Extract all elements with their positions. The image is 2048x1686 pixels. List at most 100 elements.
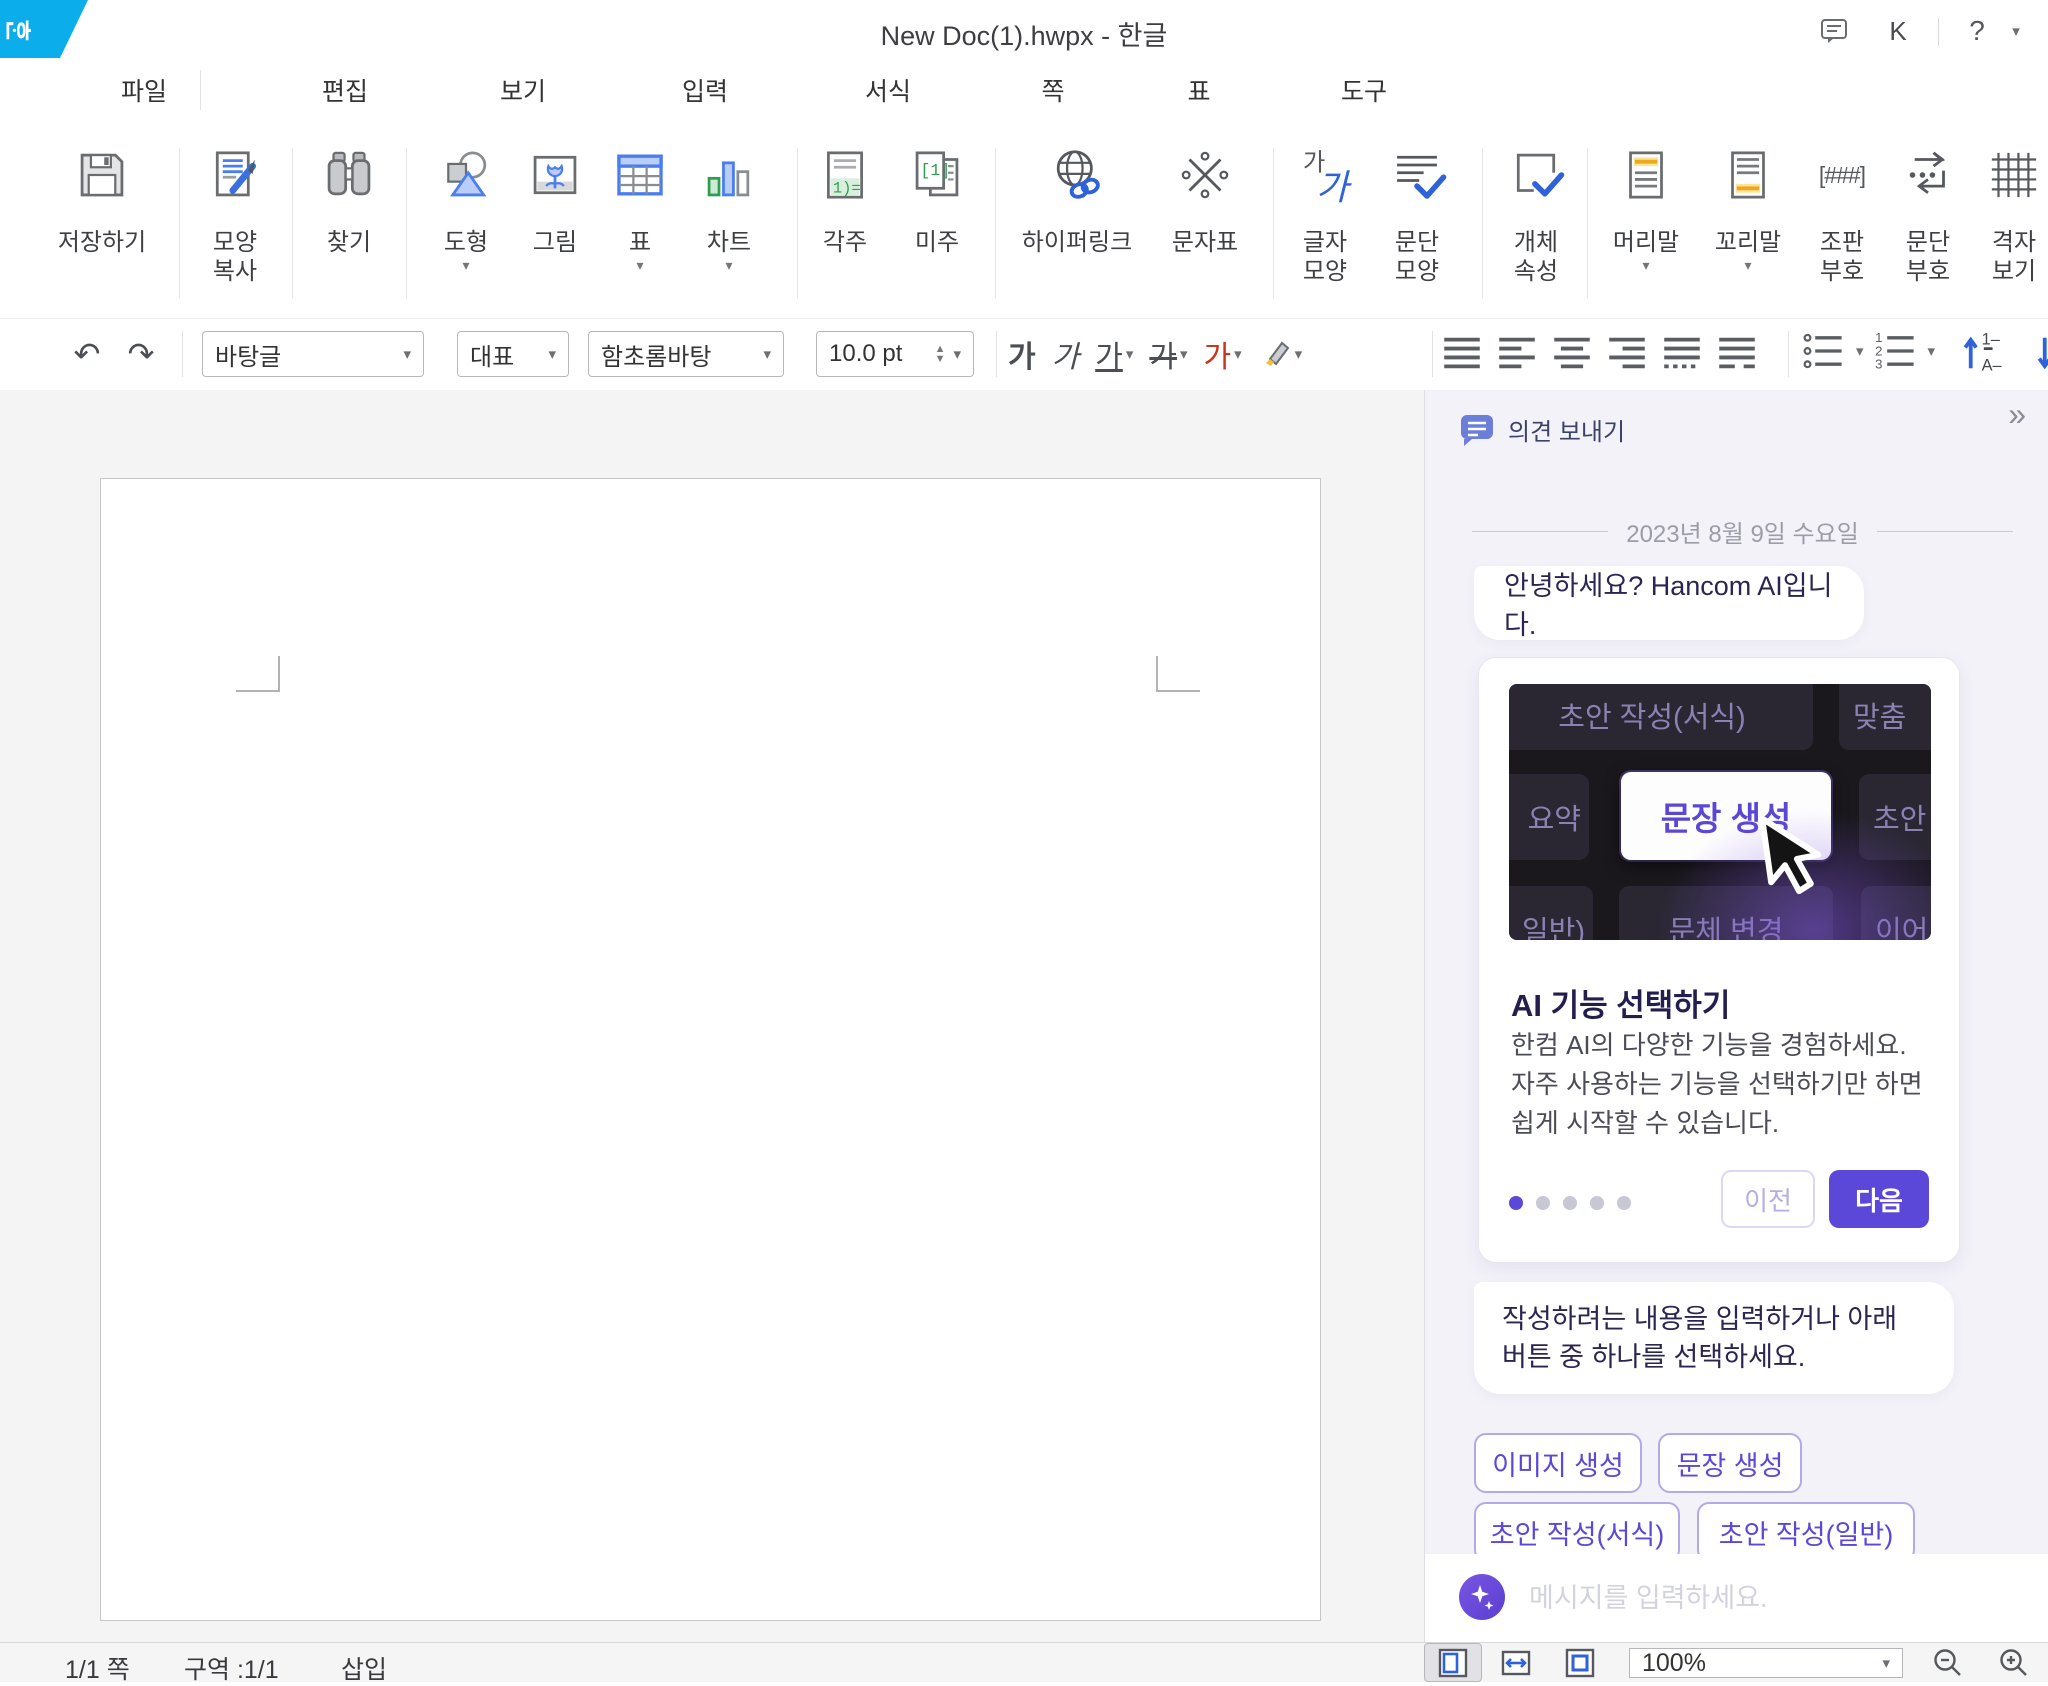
view-page-outline-button[interactable] [1424, 1643, 1482, 1682]
underline-button[interactable]: 가▾ [1089, 331, 1139, 377]
bold-button[interactable]: 가 [1002, 331, 1042, 377]
undo-button[interactable]: ↶ [64, 329, 110, 379]
pagination-dot[interactable] [1590, 1196, 1604, 1210]
ribbon-grid-view-button[interactable]: 격자 보기 [1972, 136, 2048, 286]
redo-button[interactable]: ↷ [118, 329, 164, 379]
hangul-app-window: ᄒᆞᆫ New Doc(1).hwpx - 한글 K ? ▾ 파일 편집 보기 … [0, 0, 2048, 1682]
highlighter-icon [1258, 337, 1292, 371]
help-button[interactable]: ? [1957, 14, 1997, 48]
ribbon-separator [995, 148, 996, 298]
font-family-select[interactable]: 함초롬바탕 ▾ [588, 331, 784, 377]
char-format-group: 가 가 가▾ 가▾ 가▾ ▾ [1002, 329, 1308, 379]
ribbon-para-marks-button[interactable]: 문단 부호 [1886, 136, 1970, 286]
svg-text:가: 가 [1316, 167, 1352, 206]
feedback-comment-button[interactable] [1814, 14, 1854, 48]
font-size-stepper[interactable]: ▲▼ [935, 344, 946, 364]
bullet-list-button[interactable] [1802, 331, 1846, 371]
document-page[interactable] [100, 478, 1321, 1621]
ribbon-picture-label: 그림 [507, 228, 603, 257]
ribbon-shape-button[interactable]: 도형 ▾ [416, 136, 516, 271]
endnote-icon: [1] [892, 136, 982, 214]
menu-item-page[interactable]: 쪽 [1005, 72, 1101, 108]
insert-mode-indicator[interactable]: 삽입 [341, 1650, 387, 1686]
pagination-dot[interactable] [1509, 1196, 1523, 1210]
style-preset-select[interactable]: 바탕글 ▾ [202, 331, 424, 377]
hyperlink-globe-icon [1002, 136, 1152, 214]
font-color-button[interactable]: 가▾ [1198, 331, 1248, 377]
spacing-increase-button[interactable]: 1–A– [1962, 329, 2010, 377]
menu-item-file[interactable]: 파일 [96, 72, 192, 108]
para-marks-icon [1886, 136, 1970, 214]
feedback-row[interactable]: 의견 보내기 [1460, 412, 1625, 447]
suggestion-draft-general[interactable]: 초안 작성(일반) [1697, 1502, 1915, 1562]
message-input[interactable] [1527, 1570, 2001, 1626]
align-center-button[interactable] [1552, 335, 1592, 371]
ribbon-chart-button[interactable]: 차트 ▾ [679, 136, 779, 271]
menu-item-view[interactable]: 보기 [475, 72, 571, 108]
ribbon-character-map-button[interactable]: 문자표 [1150, 136, 1260, 257]
suggestion-sentence-generate[interactable]: 문장 생성 [1658, 1433, 1802, 1493]
collapse-panel-button[interactable]: » [2008, 396, 2026, 433]
menu-item-table[interactable]: 표 [1151, 72, 1247, 108]
ribbon-copy-format-button[interactable]: 모양 복사 [180, 136, 290, 286]
zoom-out-button[interactable] [1922, 1643, 1974, 1682]
ribbon-find-button[interactable]: 찾기 [294, 136, 404, 257]
rep-style-select[interactable]: 대표 ▾ [457, 331, 569, 377]
menu-item-edit[interactable]: 편집 [297, 72, 393, 108]
font-size-input[interactable]: 10.0 pt ▲▼ ▾ [816, 331, 974, 377]
align-justify-button[interactable] [1442, 335, 1482, 371]
svg-text:1–: 1– [1982, 330, 2001, 348]
zoom-level-select[interactable]: 100% ▾ [1629, 1648, 1903, 1678]
highlight-color-button[interactable]: ▾ [1252, 331, 1309, 377]
ribbon-object-properties-button[interactable]: 개체 속성 [1488, 136, 1584, 286]
date-text: 2023년 8월 9일 수요일 [1626, 514, 1859, 549]
redo-icon: ↷ [128, 335, 155, 373]
spacing-decrease-button[interactable]: 1–A– [2036, 329, 2048, 377]
pagination-dot[interactable] [1617, 1196, 1631, 1210]
ribbon-save-button[interactable]: 저장하기 [42, 136, 162, 257]
ribbon-footer-button[interactable]: 꼬리말 ▾ [1698, 136, 1798, 271]
align-divide-button[interactable] [1717, 335, 1757, 371]
prev-button[interactable]: 이전 [1721, 1170, 1815, 1228]
pagination-dot[interactable] [1563, 1196, 1577, 1210]
align-right-button[interactable] [1607, 335, 1647, 371]
ribbon-footnote-button[interactable]: 1)= 각주 [800, 136, 890, 257]
align-left-button[interactable] [1497, 335, 1537, 371]
suggestion-draft-format[interactable]: 초안 작성(서식) [1474, 1502, 1680, 1562]
svg-text:3: 3 [1875, 357, 1882, 371]
menu-item-input[interactable]: 입력 [657, 72, 753, 108]
italic-button[interactable]: 가 [1046, 331, 1086, 377]
zoom-in-button[interactable] [1988, 1643, 2040, 1682]
next-button[interactable]: 다음 [1829, 1170, 1929, 1228]
chevron-down-icon[interactable]: ▾ [1856, 344, 1864, 359]
ribbon-table-button[interactable]: 표 ▾ [592, 136, 688, 271]
view-fit-width-button[interactable] [1492, 1643, 1540, 1682]
menu-item-format[interactable]: 서식 [840, 72, 936, 108]
ai-sparkle-icon [1459, 1574, 1505, 1620]
chevron-down-icon[interactable]: ▾ [1928, 344, 1936, 359]
ribbon-control-marks-button[interactable]: [###] 조판 부호 [1800, 136, 1884, 286]
menu-item-tools[interactable]: 도구 [1316, 72, 1412, 108]
ribbon-header-button[interactable]: 머리말 ▾ [1596, 136, 1696, 271]
ribbon-chart-label: 차트 [679, 228, 779, 257]
align-distribute-button[interactable] [1662, 335, 1702, 371]
view-fit-page-button[interactable] [1556, 1643, 1604, 1682]
suggestion-image-generate[interactable]: 이미지 생성 [1474, 1433, 1642, 1493]
font-family-value: 함초롬바탕 [601, 337, 711, 372]
numbered-list-button[interactable]: 123 [1874, 331, 1918, 371]
strikethrough-button[interactable]: 가▾ [1143, 331, 1193, 377]
pagination-dot[interactable] [1536, 1196, 1550, 1210]
character-map-icon [1150, 136, 1260, 214]
ribbon-char-shape-button[interactable]: 가가 글자 모양 [1280, 136, 1370, 286]
card-description: 한컴 AI의 다양한 기능을 경험하세요. 자주 사용하는 기능을 선택하기만 … [1511, 1026, 1931, 1143]
ribbon-para-shape-button[interactable]: 문단 모양 [1372, 136, 1462, 286]
account-button[interactable]: K [1878, 14, 1918, 48]
help-dropdown-button[interactable]: ▾ [1996, 14, 2036, 48]
ribbon-endnote-button[interactable]: [1] 미주 [892, 136, 982, 257]
ribbon-picture-button[interactable]: 그림 [507, 136, 603, 257]
ribbon-copy-format-label: 모양 복사 [180, 228, 290, 286]
page-header-icon [1596, 136, 1696, 214]
chevron-down-icon: ▾ [1180, 347, 1188, 362]
table-icon [592, 136, 688, 214]
ribbon-hyperlink-button[interactable]: 하이퍼링크 [1002, 136, 1152, 257]
